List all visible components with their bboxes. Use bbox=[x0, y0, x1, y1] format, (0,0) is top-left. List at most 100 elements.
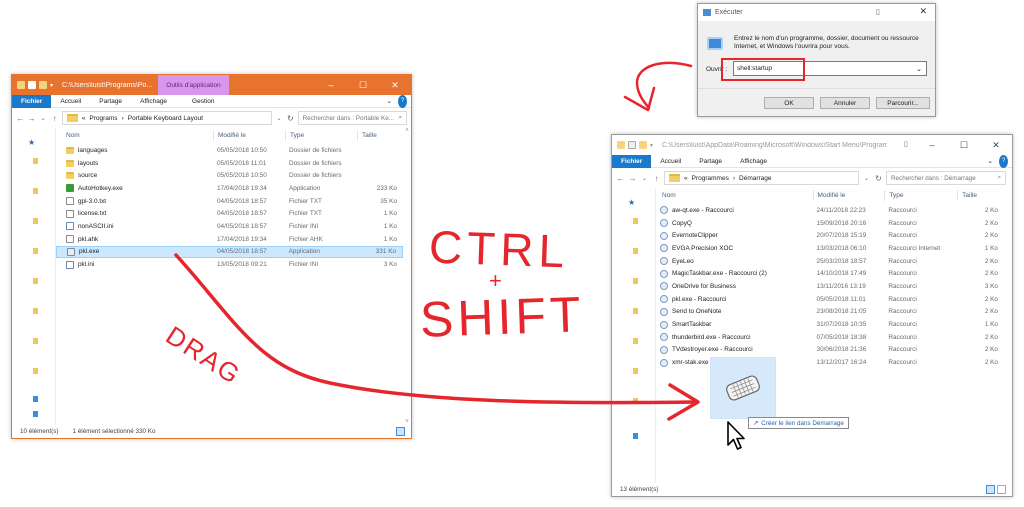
large-icons-view-icon[interactable] bbox=[997, 485, 1006, 494]
table-row[interactable]: MagicTaskbar.exe - Raccourci (2) 14/10/20… bbox=[656, 267, 1004, 280]
navigation-pane[interactable]: ★ bbox=[12, 128, 56, 425]
table-row[interactable]: source 05/05/2018 10:50 Dossier de fichier… bbox=[56, 169, 403, 182]
forward-arrow-icon[interactable]: → bbox=[27, 114, 36, 123]
refresh-icon[interactable]: ↻ bbox=[286, 114, 294, 123]
table-row[interactable]: OneDrive for Business 13/11/2016 13:19 Rac… bbox=[656, 280, 1004, 293]
nav-folder-icon[interactable] bbox=[33, 338, 38, 344]
history-dropdown-icon[interactable]: ⌄ bbox=[640, 175, 649, 182]
properties-icon[interactable] bbox=[28, 81, 36, 89]
forward-arrow-icon[interactable]: → bbox=[628, 174, 637, 183]
nav-folder-icon[interactable] bbox=[33, 248, 38, 254]
table-row[interactable]: pkl.exe 04/05/2018 18:57 Application 331 Ko bbox=[56, 245, 403, 259]
nav-folder-icon[interactable] bbox=[33, 218, 38, 224]
tab-share[interactable]: Partage bbox=[90, 95, 131, 108]
expand-ribbon-icon[interactable]: ⌄ bbox=[387, 95, 392, 108]
table-row[interactable]: CopyQ 15/09/2018 20:16 Raccourci 2 Ko bbox=[656, 217, 1004, 230]
address-dropdown-icon[interactable]: ⌄ bbox=[275, 115, 283, 122]
quick-access-star-icon[interactable]: ★ bbox=[28, 138, 35, 147]
nav-folder-icon[interactable] bbox=[633, 308, 638, 314]
table-row[interactable]: gpl-3.0.txt 04/05/2018 18:57 Fichier TXT 35… bbox=[56, 195, 403, 208]
up-arrow-icon[interactable]: ↑ bbox=[652, 174, 661, 183]
search-input[interactable]: Rechercher dans : Démarrage ⌕ bbox=[886, 171, 1006, 185]
table-row[interactable]: xmr-stak.exe 13/12/2017 16:24 Raccourci 2 K… bbox=[656, 356, 1004, 369]
table-row[interactable]: pkl.exe - Raccourci 05/05/2018 11:01 Racco… bbox=[656, 293, 1004, 306]
tab-view[interactable]: Affichage bbox=[131, 95, 176, 108]
pin-icon[interactable]: ▯ bbox=[904, 140, 908, 148]
context-tab-application-tools[interactable]: Outils d'application bbox=[158, 75, 229, 95]
nav-folder-icon[interactable] bbox=[633, 338, 638, 344]
vertical-scrollbar[interactable]: ˄ ˅ bbox=[403, 128, 411, 425]
column-name-header[interactable]: Nom bbox=[656, 190, 814, 201]
expand-ribbon-icon[interactable]: ⌄ bbox=[988, 155, 993, 168]
nav-folder-icon[interactable] bbox=[33, 158, 38, 164]
nav-folder-icon[interactable] bbox=[33, 278, 38, 284]
chevron-down-icon[interactable]: ⌄ bbox=[916, 65, 922, 73]
dropdown-icon[interactable]: ▾ bbox=[650, 142, 653, 149]
up-arrow-icon[interactable]: ↑ bbox=[50, 114, 58, 123]
table-row[interactable]: EVGA Precision XOC 13/03/2018 06:10 Raccou… bbox=[656, 242, 1004, 255]
breadcrumb-programs[interactable]: Programs bbox=[89, 115, 117, 122]
column-name-header[interactable]: Nom bbox=[56, 130, 214, 141]
breadcrumb-prefix[interactable]: « bbox=[684, 175, 688, 182]
column-date-header[interactable]: Modifié le bbox=[214, 130, 286, 141]
nav-this-pc-icon[interactable] bbox=[33, 396, 38, 402]
details-view-icon[interactable] bbox=[396, 427, 405, 436]
nav-folder-icon[interactable] bbox=[633, 218, 638, 224]
column-type-header[interactable]: Type bbox=[885, 190, 959, 201]
maximize-icon[interactable]: ☐ bbox=[347, 75, 379, 95]
breadcrumb-startup[interactable]: Démarrage bbox=[739, 175, 772, 182]
cancel-button[interactable]: Annuler bbox=[820, 97, 870, 109]
details-view-icon[interactable] bbox=[986, 485, 995, 494]
tab-view[interactable]: Affichage bbox=[731, 155, 776, 168]
nav-folder-icon[interactable] bbox=[633, 278, 638, 284]
new-folder-icon[interactable] bbox=[639, 141, 647, 149]
table-row[interactable]: SmartTaskbar 31/07/2018 10:35 Raccourci 1 K… bbox=[656, 318, 1004, 331]
table-row[interactable]: EyeLeo 25/03/2018 18:57 Raccourci 2 Ko bbox=[656, 255, 1004, 268]
breadcrumb-portable-keyboard-layout[interactable]: Portable Keyboard Layout bbox=[128, 115, 203, 122]
refresh-icon[interactable]: ↻ bbox=[874, 174, 883, 183]
maximize-icon[interactable]: ☐ bbox=[948, 135, 980, 155]
table-row[interactable]: pkl.ahk 17/04/2018 19:34 Fichier AHK 1 Ko bbox=[56, 233, 403, 246]
search-input[interactable]: Rechercher dans : Portable Ke... ⌕ bbox=[297, 111, 407, 125]
breadcrumb-programs[interactable]: Programmes bbox=[692, 175, 729, 182]
column-type-header[interactable]: Type bbox=[286, 130, 358, 141]
close-icon[interactable]: ✕ bbox=[379, 75, 411, 95]
help-icon[interactable]: ? bbox=[398, 94, 407, 108]
table-row[interactable]: TVdestroyer.exe - Raccourci 30/06/2018 21… bbox=[656, 344, 1004, 357]
navigation-pane[interactable]: ★ bbox=[612, 188, 656, 483]
nav-folder-icon[interactable] bbox=[633, 398, 638, 404]
nav-folder-icon[interactable] bbox=[633, 368, 638, 374]
tab-manage[interactable]: Gestion bbox=[176, 95, 223, 108]
column-size-header[interactable]: Taille bbox=[958, 190, 1004, 201]
table-row[interactable]: license.txt 04/05/2018 18:57 Fichier TXT 1 … bbox=[56, 207, 403, 220]
breadcrumb-prefix[interactable]: « bbox=[82, 115, 86, 122]
tab-home[interactable]: Accueil bbox=[51, 95, 90, 108]
help-icon[interactable]: ? bbox=[999, 154, 1008, 168]
close-icon[interactable]: ✕ bbox=[919, 6, 927, 17]
nav-network-icon[interactable] bbox=[33, 411, 38, 417]
table-row[interactable]: nonASCII.ini 04/05/2018 18:57 Fichier INI 1… bbox=[56, 220, 403, 233]
table-row[interactable]: EvernoteClipper 20/07/2018 15:19 Raccourci… bbox=[656, 229, 1004, 242]
history-dropdown-icon[interactable]: ⌄ bbox=[39, 115, 47, 122]
properties-icon[interactable] bbox=[628, 141, 636, 149]
table-row[interactable]: AutoHotkey.exe 17/04/2018 19:34 Applicatio… bbox=[56, 182, 403, 195]
address-dropdown-icon[interactable]: ⌄ bbox=[862, 175, 871, 182]
dropdown-icon[interactable]: ▾ bbox=[50, 82, 53, 89]
ok-button[interactable]: OK bbox=[764, 97, 814, 109]
pin-icon[interactable]: ▯ bbox=[876, 8, 880, 16]
tab-file[interactable]: Fichier bbox=[12, 94, 52, 108]
nav-folder-icon[interactable] bbox=[633, 248, 638, 254]
nav-folder-icon[interactable] bbox=[33, 188, 38, 194]
back-arrow-icon[interactable]: ← bbox=[616, 174, 625, 183]
address-bar[interactable]: « Programmes › Démarrage bbox=[664, 171, 859, 185]
tab-file[interactable]: Fichier bbox=[612, 154, 652, 168]
back-arrow-icon[interactable]: ← bbox=[16, 114, 24, 123]
column-size-header[interactable]: Taille bbox=[358, 130, 403, 141]
minimize-icon[interactable]: – bbox=[916, 135, 948, 155]
quick-access-star-icon[interactable]: ★ bbox=[628, 198, 635, 207]
nav-folder-icon[interactable] bbox=[33, 368, 38, 374]
column-date-header[interactable]: Modifié le bbox=[814, 190, 886, 201]
tab-share[interactable]: Partage bbox=[690, 155, 731, 168]
vertical-scrollbar[interactable] bbox=[1004, 188, 1012, 483]
address-bar[interactable]: « Programs › Portable Keyboard Layout bbox=[61, 111, 272, 125]
